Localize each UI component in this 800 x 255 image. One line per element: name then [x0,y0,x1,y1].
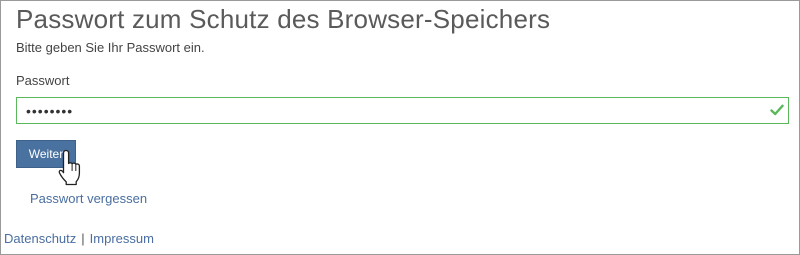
privacy-link[interactable]: Datenschutz [4,231,76,246]
password-label: Passwort [16,73,70,88]
imprint-link[interactable]: Impressum [90,231,154,246]
password-field-wrapper [16,97,789,124]
footer-separator: | [81,231,85,246]
page-title: Passwort zum Schutz des Browser-Speicher… [16,4,551,34]
page-subtitle: Bitte geben Sie Ihr Passwort ein. [16,40,205,55]
check-icon [770,104,784,116]
footer: Datenschutz | Impressum [4,231,154,246]
continue-button[interactable]: Weiter [16,140,76,168]
password-field[interactable] [17,98,766,123]
login-panel: Passwort zum Schutz des Browser-Speicher… [0,0,800,255]
forgot-password-link[interactable]: Passwort vergessen [30,191,147,206]
